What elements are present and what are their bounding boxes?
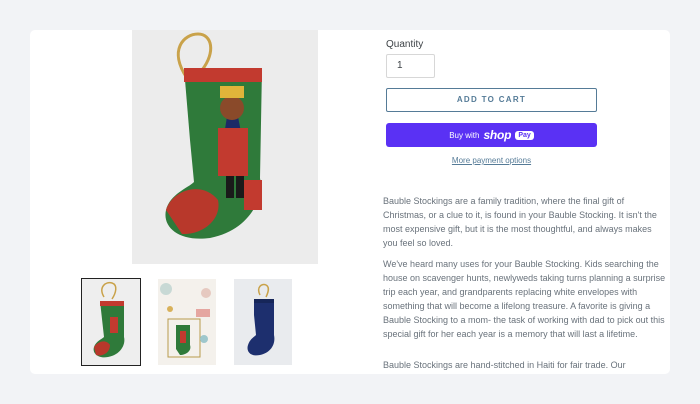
buy-with-label: Buy with [449, 130, 480, 140]
product-main-image[interactable] [132, 30, 318, 264]
buy-with-shop-pay-button[interactable]: Buy with shop Pay [386, 123, 597, 147]
description-paragraph-3: Bauble Stockings are hand-stitched in Ha… [383, 360, 626, 370]
description-paragraph-1: Bauble Stockings are a family tradition,… [383, 196, 657, 248]
product-card: Quantity 1 ADD TO CART Buy with shop Pay… [30, 30, 670, 374]
thumbnail-2[interactable] [158, 279, 216, 365]
shop-pay-pill: Pay [515, 130, 534, 140]
thumbnail-1[interactable] [81, 278, 141, 366]
add-to-cart-button[interactable]: ADD TO CART [386, 88, 597, 112]
quantity-label: Quantity [386, 39, 424, 50]
quantity-input[interactable]: 1 [386, 54, 435, 78]
thumbnail-3[interactable] [234, 279, 292, 365]
more-payment-options-link[interactable]: More payment options [386, 156, 597, 165]
shop-pay-logo: shop [483, 128, 512, 142]
description-paragraph-2: We've heard many uses for your Bauble St… [383, 259, 666, 339]
